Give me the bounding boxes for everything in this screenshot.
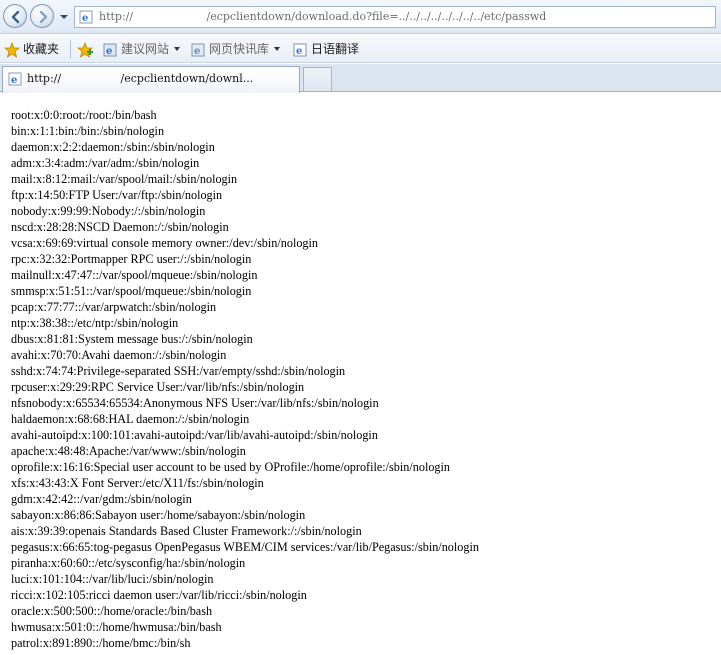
- favorites-divider: [70, 40, 71, 58]
- suggested-sites-dropdown-icon[interactable]: [174, 47, 180, 51]
- web-slice-dropdown-icon[interactable]: [274, 47, 280, 51]
- passwd-line: root:x:0:0:root:/root:/bin/bash: [11, 108, 157, 122]
- passwd-line: smmsp:x:51:51::/var/spool/mqueue:/sbin/n…: [11, 284, 252, 298]
- forward-arrow-icon: [39, 10, 48, 24]
- passwd-line: ntp:x:38:38::/etc/ntp:/sbin/nologin: [11, 316, 179, 330]
- address-url-text[interactable]: http:// /ecpclientdown/download.do?file=…: [99, 7, 546, 27]
- passwd-line: piranha:x:60:60::/etc/sysconfig/ha:/sbin…: [11, 556, 246, 570]
- back-arrow-icon: [11, 10, 20, 24]
- add-favorite-star-icon: [77, 42, 93, 58]
- web-slice-icon: e: [191, 43, 205, 57]
- address-toolbar: e http:// /ecpclientdown/download.do?fil…: [0, 0, 721, 34]
- svg-text:e: e: [194, 46, 200, 57]
- passwd-line: ftp:x:14:50:FTP User:/var/ftp:/sbin/nolo…: [11, 188, 223, 202]
- japanese-translate-label: 日语翻译: [311, 42, 360, 56]
- address-field[interactable]: e http:// /ecpclientdown/download.do?fil…: [74, 6, 716, 28]
- tab-title: http:// /ecpclientdown/downl...: [27, 72, 254, 85]
- back-button[interactable]: [3, 4, 27, 28]
- svg-text:e: e: [106, 46, 112, 57]
- passwd-line: sshd:x:74:74:Privilege-separated SSH:/va…: [11, 364, 346, 378]
- passwd-line: apache:x:48:48:Apache:/var/www:/sbin/nol…: [11, 444, 246, 458]
- passwd-line: vcsa:x:69:69:virtual console memory owne…: [11, 236, 319, 250]
- add-to-favorites-button[interactable]: [77, 35, 93, 63]
- page-content: root:x:0:0:root:/root:/bin/bash bin:x:1:1…: [0, 93, 721, 655]
- passwd-line: patrol:x:891:890::/home/bmc:/bin/sh: [11, 636, 191, 650]
- passwd-line: ricci:x:102:105:ricci daemon user:/var/l…: [11, 588, 307, 602]
- favorites-bar: 收藏夹 e 建议网站 e 网页快讯库 e 日语翻译: [0, 35, 721, 63]
- passwd-line: adm:x:3:4:adm:/var/adm:/sbin/nologin: [11, 156, 200, 170]
- suggested-sites-label: 建议网站: [121, 42, 170, 56]
- passwd-line: nobody:x:99:99:Nobody:/:/sbin/nologin: [11, 204, 206, 218]
- passwd-line: luci:x:101:104::/var/lib/luci:/sbin/nolo…: [11, 572, 214, 586]
- suggested-sites-icon: e: [103, 43, 117, 57]
- passwd-file-text: root:x:0:0:root:/root:/bin/bash bin:x:1:1…: [11, 107, 479, 651]
- passwd-line: rpcuser:x:29:29:RPC Service User:/var/li…: [11, 380, 305, 394]
- passwd-line: avahi:x:70:70:Avahi daemon:/:/sbin/nolog…: [11, 348, 227, 362]
- passwd-line: pcap:x:77:77::/var/arpwatch:/sbin/nologi…: [11, 300, 217, 314]
- ie-page-icon: e: [293, 43, 307, 57]
- passwd-line: avahi-autoipd:x:100:101:avahi-autoipd:/v…: [11, 428, 378, 442]
- forward-button[interactable]: [30, 4, 54, 28]
- passwd-line: pegasus:x:66:65:tog-pegasus OpenPegasus …: [11, 540, 479, 554]
- passwd-line: daemon:x:2:2:daemon:/sbin:/sbin/nologin: [11, 140, 215, 154]
- svg-text:e: e: [296, 46, 302, 57]
- passwd-line: sabayon:x:86:86:Sabayon user:/home/sabay…: [11, 508, 306, 522]
- passwd-line: nfsnobody:x:65534:65534:Anonymous NFS Us…: [11, 396, 379, 410]
- tab-current-page[interactable]: e http:// /ecpclientdown/downl...: [2, 66, 300, 93]
- passwd-line: rpc:x:32:32:Portmapper RPC user:/:/sbin/…: [11, 252, 252, 266]
- passwd-line: xfs:x:43:43:X Font Server:/etc/X11/fs:/s…: [11, 476, 264, 490]
- favorites-label: 收藏夹: [23, 42, 60, 56]
- passwd-line: haldaemon:x:68:68:HAL daemon:/:/sbin/nol…: [11, 412, 250, 426]
- passwd-line: nscd:x:28:28:NSCD Daemon:/:/sbin/nologin: [11, 220, 229, 234]
- passwd-line: gdm:x:42:42::/var/gdm:/sbin/nologin: [11, 492, 192, 506]
- recent-pages-dropdown-icon[interactable]: [58, 11, 70, 23]
- passwd-line: mail:x:8:12:mail:/var/spool/mail:/sbin/n…: [11, 172, 238, 186]
- passwd-line: dbus:x:81:81:System message bus:/:/sbin/…: [11, 332, 253, 346]
- svg-text:e: e: [11, 75, 17, 86]
- passwd-line: hwmusa:x:501:0::/home/hwmusa:/bin/bash: [11, 620, 222, 634]
- svg-text:e: e: [82, 13, 88, 24]
- passwd-line: oracle:x:500:500::/home/oracle:/bin/bash: [11, 604, 213, 618]
- favorites-star-icon: [4, 42, 20, 58]
- ie-page-icon: e: [8, 72, 22, 86]
- passwd-line: ais:x:39:39:openais Standards Based Clus…: [11, 524, 362, 538]
- passwd-line: bin:x:1:1:bin:/bin:/sbin/nologin: [11, 124, 165, 138]
- tab-strip: e http:// /ecpclientdown/downl...: [0, 64, 721, 93]
- passwd-line: oprofile:x:16:16:Special user account to…: [11, 460, 451, 474]
- web-slice-gallery-label: 网页快讯库: [209, 42, 270, 56]
- new-tab-button[interactable]: [303, 67, 332, 91]
- passwd-line: mailnull:x:47:47::/var/spool/mqueue:/sbi…: [11, 268, 258, 282]
- ie-page-icon: e: [79, 10, 93, 24]
